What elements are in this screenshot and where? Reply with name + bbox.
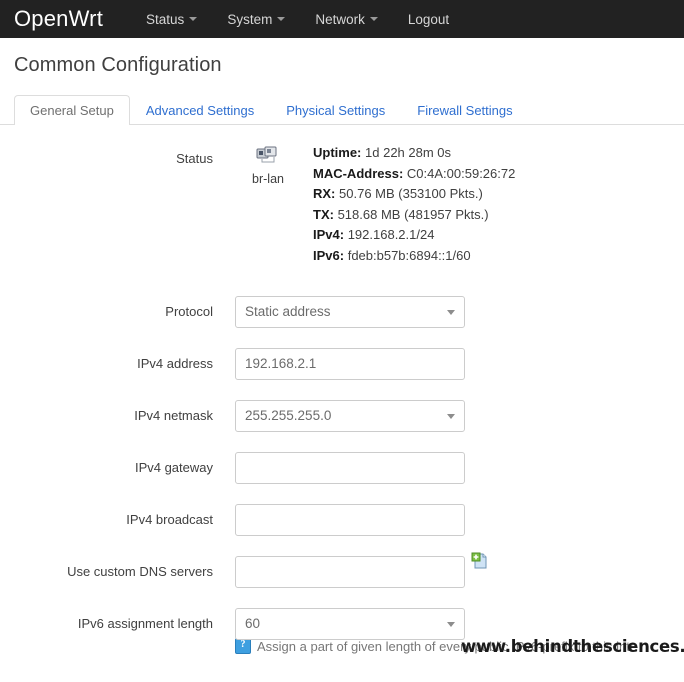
ipv4-netmask-label: IPv4 netmask — [134, 408, 213, 423]
general-setup-form: Status br-lan Uptime: 1d 22h 28m 0s MAC-… — [0, 125, 684, 654]
ipv4-address-input[interactable]: 192.168.2.1 — [235, 348, 465, 380]
ipv6-assignment-length-field: 60 — [213, 608, 465, 640]
custom-dns-field — [213, 552, 487, 588]
form-row-ipv4-address: IPv4 address 192.168.2.1 — [0, 348, 684, 380]
ipv4-gateway-label: IPv4 gateway — [134, 460, 213, 475]
chevron-down-icon — [277, 17, 286, 21]
nav-item-logout[interactable]: Logout — [393, 12, 464, 27]
form-row-status: Status br-lan Uptime: 1d 22h 28m 0s MAC-… — [0, 143, 684, 266]
ipv4-broadcast-field — [213, 504, 465, 536]
nav-item-system[interactable]: System — [212, 12, 300, 27]
tab-bar: General Setup Advanced Settings Physical… — [0, 94, 684, 125]
nav-item-system-label: System — [227, 11, 273, 27]
status-entry-tx-key: TX: — [313, 206, 334, 222]
tab-firewall-settings[interactable]: Firewall Settings — [401, 95, 528, 125]
status-entry-mac-value: C0:4A:00:59:26:72 — [406, 165, 516, 181]
tab-advanced-settings[interactable]: Advanced Settings — [130, 95, 270, 125]
status-entry-ipv6-key: IPv6: — [313, 247, 345, 263]
info-icon: ? — [235, 638, 251, 654]
ipv4-broadcast-label: IPv4 broadcast — [126, 512, 213, 527]
form-row-ipv4-gateway: IPv4 gateway — [0, 452, 684, 484]
ipv6-assignment-length-select[interactable]: 60 — [235, 608, 465, 640]
ipv6-assignment-length-value: 60 — [245, 616, 261, 631]
ipv4-netmask-select[interactable]: 255.255.255.0 — [235, 400, 465, 432]
ipv6-assignment-length-label: IPv6 assignment length — [77, 616, 213, 631]
ipv4-broadcast-input[interactable] — [235, 504, 465, 536]
tab-physical-settings[interactable]: Physical Settings — [270, 95, 401, 125]
chevron-down-icon — [447, 622, 455, 627]
chevron-down-icon — [369, 17, 378, 21]
status-entry-tx-value: 518.68 MB (481957 Pkts.) — [337, 206, 489, 222]
protocol-label: Protocol — [165, 304, 213, 319]
nav-item-status-label: Status — [146, 11, 185, 27]
status-entry-ipv6: IPv6: fdeb:b57b:6894::1/60 — [313, 246, 515, 267]
status-entry-uptime: Uptime: 1d 22h 28m 0s — [313, 143, 515, 164]
watermark: www.behindthesciences.com© — [461, 637, 684, 656]
status-entry-ipv4-value: 192.168.2.1/24 — [347, 227, 435, 242]
status-entry-rx: RX: 50.76 MB (353100 Pkts.) — [313, 184, 515, 205]
status-field: br-lan Uptime: 1d 22h 28m 0s MAC-Address… — [213, 143, 515, 266]
ipv4-netmask-field: 255.255.255.0 — [213, 400, 465, 432]
status-entry-uptime-key: Uptime: — [313, 145, 362, 160]
interface-block: br-lan — [235, 143, 301, 186]
nav-menu: Status System Network Logout — [131, 12, 464, 27]
chevron-down-icon — [447, 310, 455, 315]
chevron-down-icon — [447, 414, 455, 419]
status-entry-ipv4-key: IPv4: — [313, 227, 345, 242]
ipv4-gateway-input[interactable] — [235, 452, 465, 484]
status-entry-tx: TX: 518.68 MB (481957 Pkts.) — [313, 205, 515, 226]
chevron-down-icon — [189, 17, 198, 21]
openwrt-logo[interactable]: OpenWrt — [14, 8, 131, 30]
form-row-ipv6-assignment-length: IPv6 assignment length 60 — [0, 608, 684, 640]
status-entry-ipv6-value: fdeb:b57b:6894::1/60 — [347, 247, 471, 263]
nav-item-status[interactable]: Status — [131, 12, 212, 27]
ipv4-address-field: 192.168.2.1 — [213, 348, 465, 380]
nav-item-network-label: Network — [315, 11, 365, 27]
status-entry-mac-key: MAC-Address: — [313, 165, 404, 181]
network-bridge-icon — [256, 146, 277, 163]
status-entry-uptime-value: 1d 22h 28m 0s — [365, 145, 452, 160]
status-entry-rx-value: 50.76 MB (353100 Pkts.) — [339, 186, 483, 201]
nav-item-logout-label: Logout — [407, 11, 450, 27]
ipv4-gateway-field — [213, 452, 465, 484]
tab-general-setup[interactable]: General Setup — [14, 95, 130, 125]
protocol-field: Static address — [213, 296, 465, 328]
form-row-ipv4-broadcast: IPv4 broadcast — [0, 504, 684, 536]
status-entry-ipv4: IPv4: 192.168.2.1/24 — [313, 225, 515, 246]
form-row-custom-dns: Use custom DNS servers — [0, 552, 684, 588]
status-detail-list: Uptime: 1d 22h 28m 0s MAC-Address: C0:4A… — [313, 143, 515, 266]
ipv4-address-label: IPv4 address — [137, 356, 213, 371]
interface-name: br-lan — [252, 172, 284, 186]
top-navbar: OpenWrt Status System Network Logout — [0, 0, 684, 38]
form-row-ipv4-netmask: IPv4 netmask 255.255.255.0 — [0, 400, 684, 432]
status-label: Status — [176, 151, 213, 166]
custom-dns-label: Use custom DNS servers — [67, 564, 213, 579]
form-row-protocol: Protocol Static address — [0, 296, 684, 328]
protocol-select-value: Static address — [245, 304, 331, 319]
protocol-select[interactable]: Static address — [235, 296, 465, 328]
nav-item-network[interactable]: Network — [300, 12, 393, 27]
custom-dns-input[interactable] — [235, 556, 465, 588]
status-entry-mac: MAC-Address: C0:4A:00:59:26:72 — [313, 164, 515, 185]
page-title: Common Configuration — [14, 54, 222, 76]
status-entry-rx-key: RX: — [313, 186, 336, 201]
add-page-icon[interactable] — [471, 552, 489, 570]
ipv4-netmask-select-value: 255.255.255.0 — [245, 408, 332, 423]
